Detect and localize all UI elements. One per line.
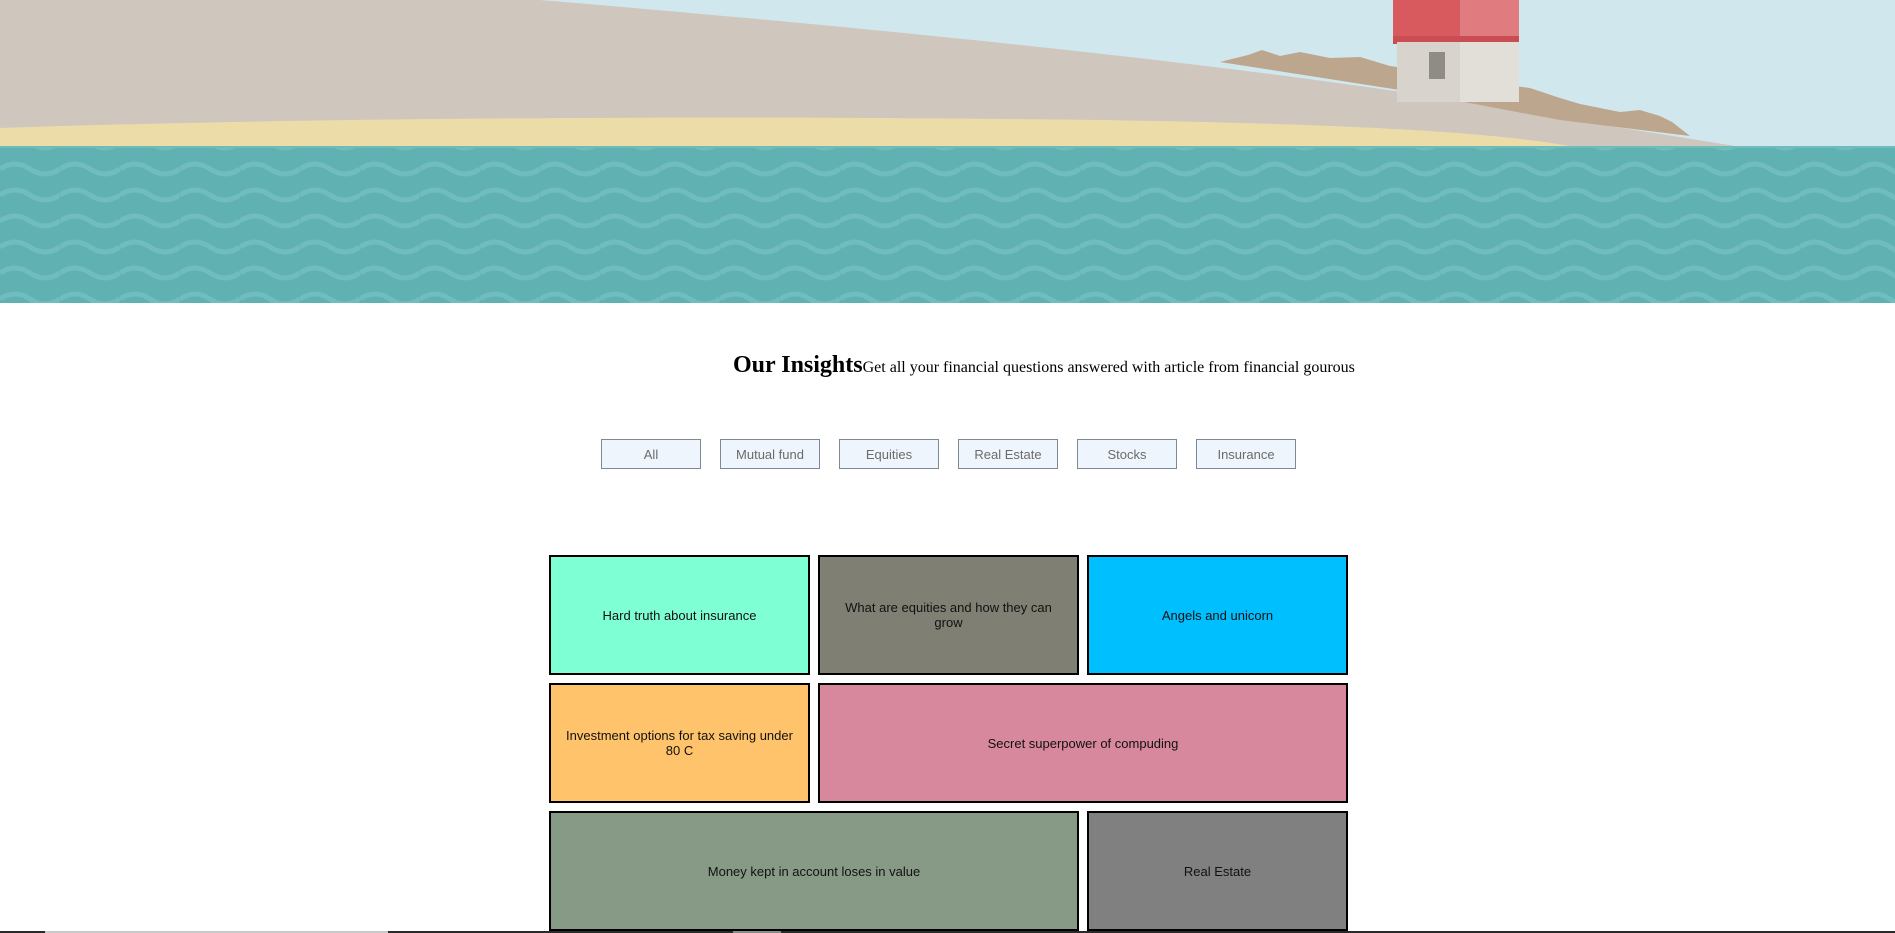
filter-all-button[interactable]: All: [601, 439, 701, 469]
category-filters: All Mutual fund Equities Real Estate Sto…: [601, 439, 1296, 469]
article-card-compounding[interactable]: Secret superpower of compuding: [818, 683, 1348, 803]
page-subtitle: Get all your financial questions answere…: [862, 359, 1355, 376]
insights-grid: Hard truth about insurance What are equi…: [549, 555, 1349, 931]
hero-banner: [0, 0, 1895, 303]
article-card-tax-saving[interactable]: Investment options for tax saving under …: [549, 683, 810, 803]
article-card-account-value[interactable]: Money kept in account loses in value: [549, 811, 1079, 931]
article-card-insurance[interactable]: Hard truth about insurance: [549, 555, 810, 675]
article-card-real-estate[interactable]: Real Estate: [1087, 811, 1348, 931]
page-title: Our Insights: [733, 352, 863, 378]
filter-stocks-button[interactable]: Stocks: [1077, 439, 1177, 469]
filter-mutual-fund-button[interactable]: Mutual fund: [720, 439, 820, 469]
lighthouse: [1393, 0, 1519, 102]
filter-insurance-button[interactable]: Insurance: [1196, 439, 1296, 469]
insights-heading: Our Insights Get all your financial ques…: [733, 352, 1355, 379]
filter-real-estate-button[interactable]: Real Estate: [958, 439, 1058, 469]
article-card-equities[interactable]: What are equities and how they can grow: [818, 555, 1079, 675]
filter-equities-button[interactable]: Equities: [839, 439, 939, 469]
lighthouse-illustration: [0, 0, 1895, 303]
article-card-angels[interactable]: Angels and unicorn: [1087, 555, 1348, 675]
page: Our Insights Get all your financial ques…: [0, 0, 1895, 933]
